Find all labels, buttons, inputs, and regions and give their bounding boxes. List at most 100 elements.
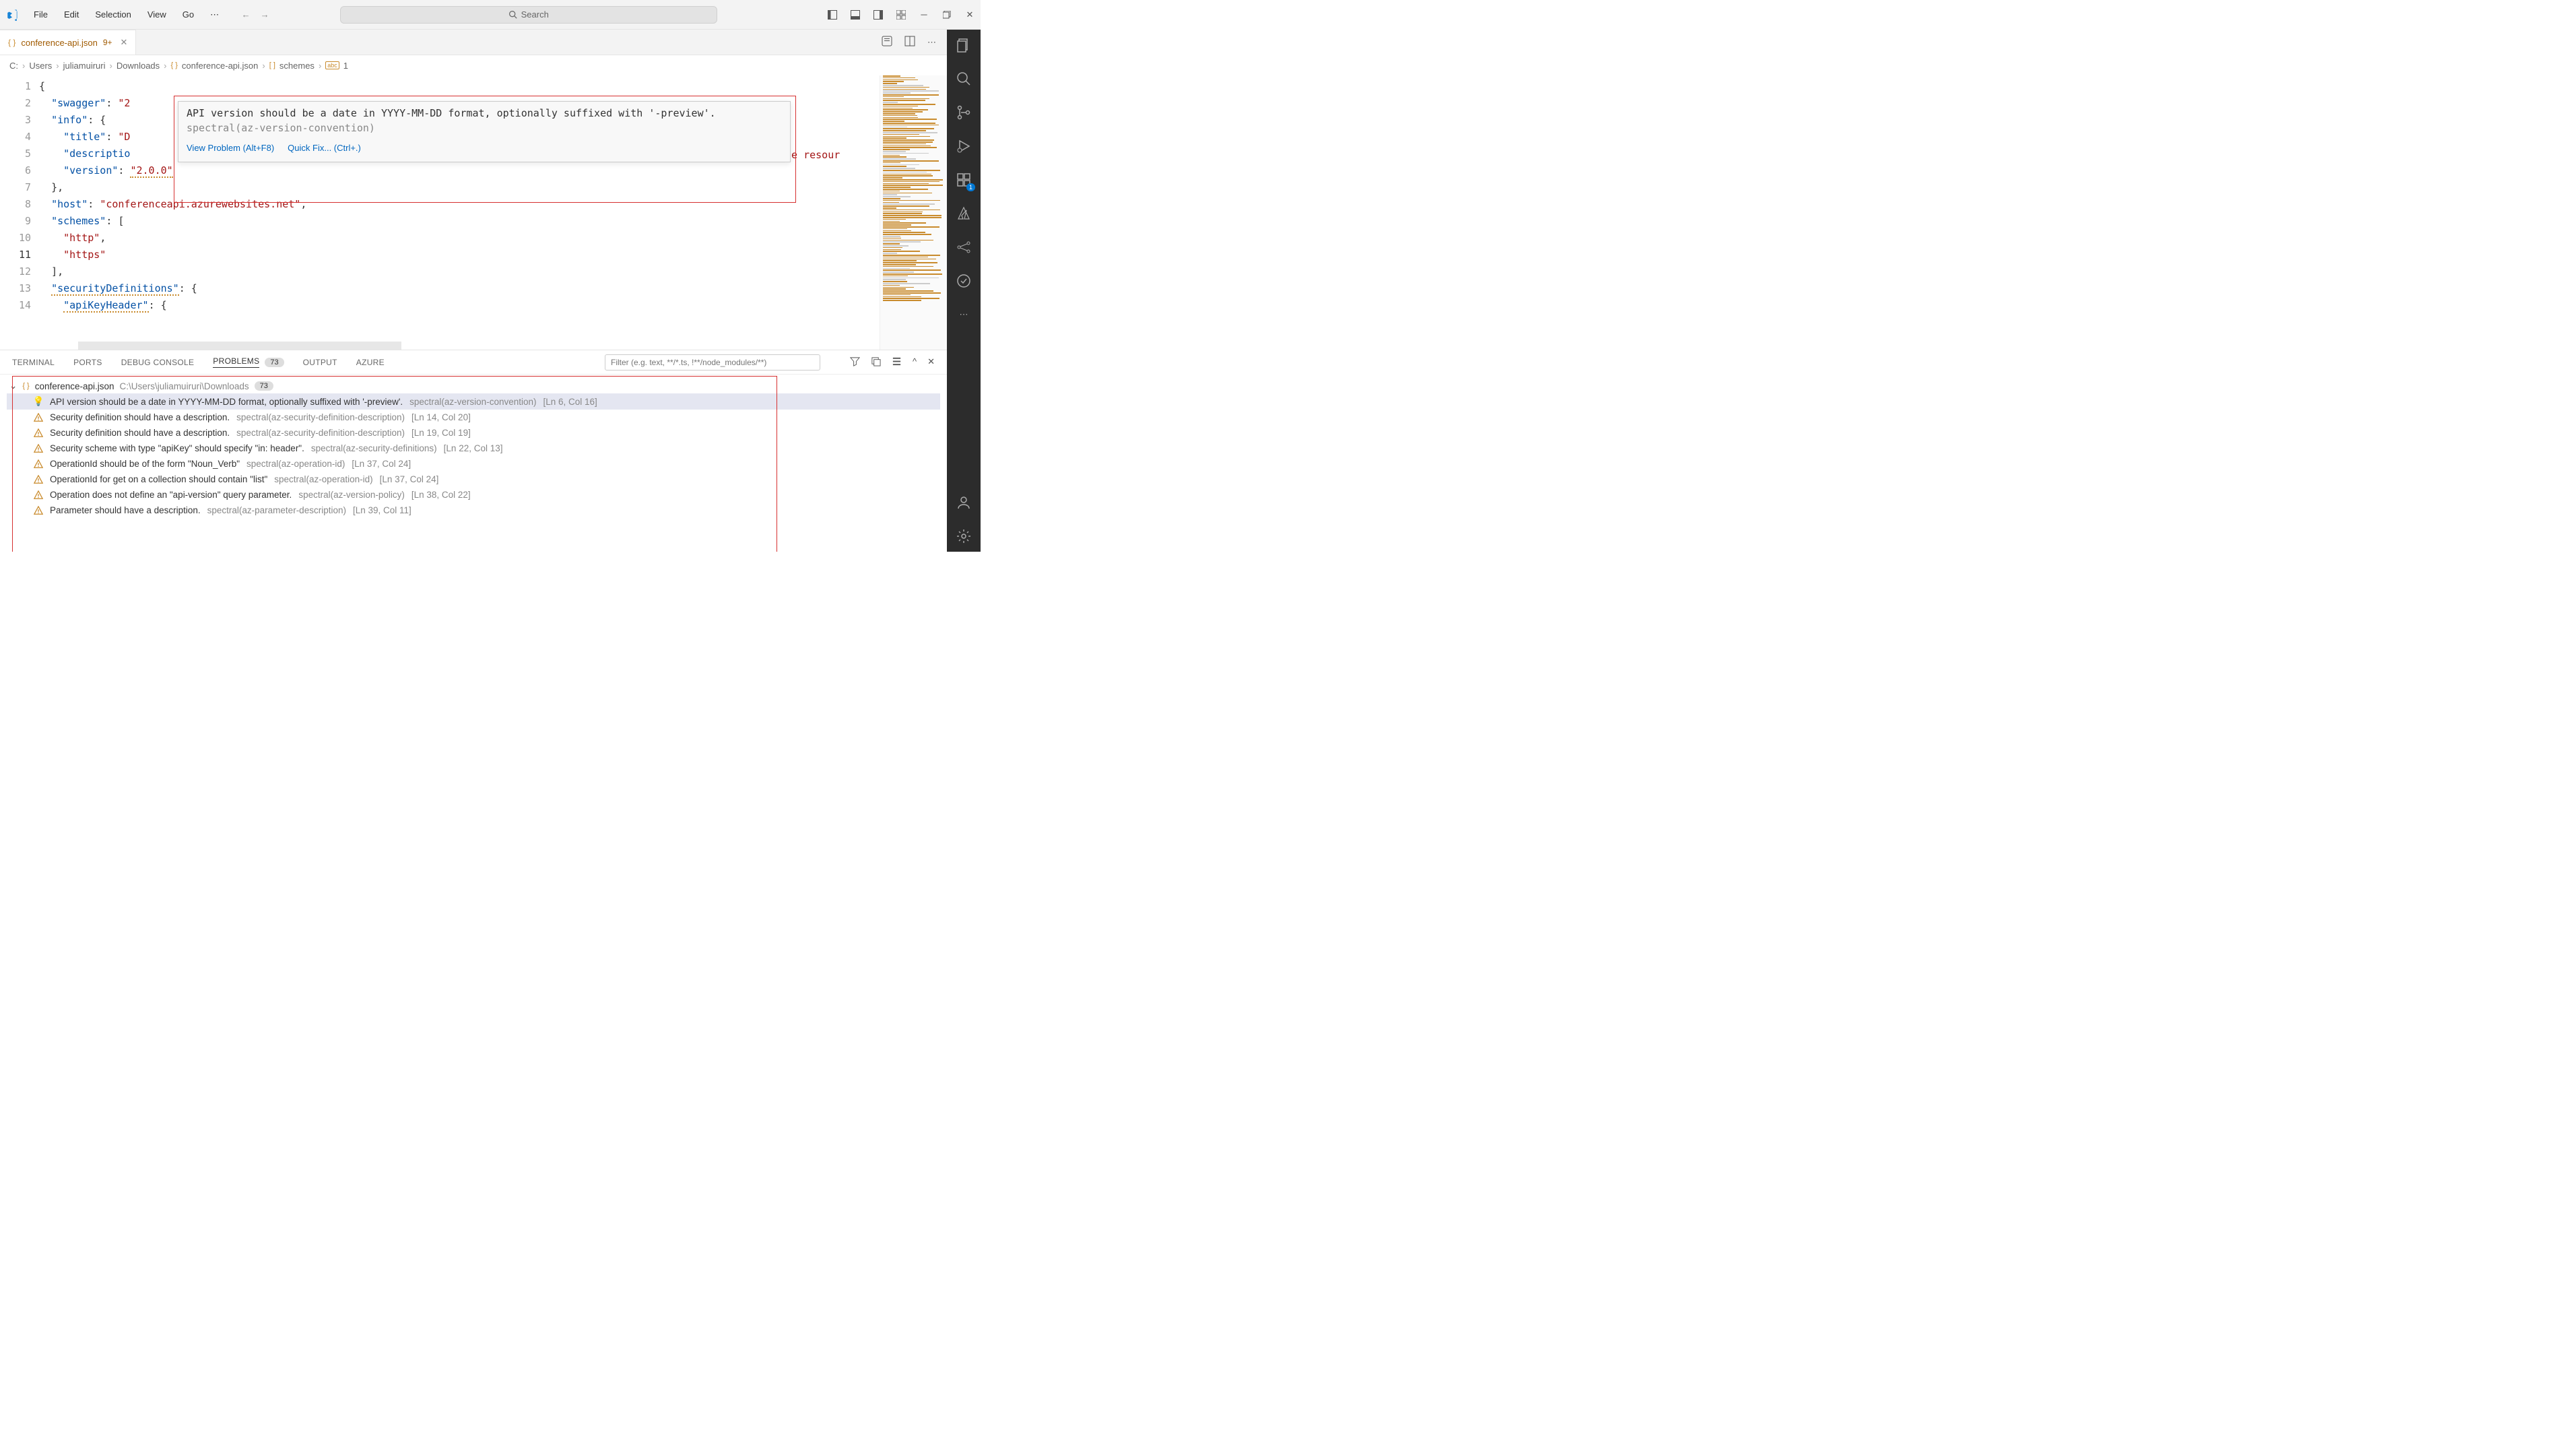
problem-item[interactable]: Security scheme with type "apiKey" shoul… [7,441,940,456]
title-controls: ─ ✕ [827,9,975,20]
horizontal-scrollbar[interactable] [78,342,401,350]
warning-icon [34,413,43,422]
breadcrumb-part[interactable]: C: [9,61,18,71]
nav-forward-icon[interactable]: → [258,8,271,22]
problem-item[interactable]: Security definition should have a descri… [7,410,940,425]
problem-item[interactable]: Parameter should have a description.spec… [7,503,940,518]
filter-icon[interactable] [850,356,860,368]
problem-source: spectral(az-security-definitions) [311,443,437,453]
explorer-icon[interactable] [954,35,974,55]
problem-message: Security definition should have a descri… [50,412,230,422]
panel-close-icon[interactable]: ✕ [927,356,935,368]
problem-source: spectral(az-security-definition-descript… [236,428,405,438]
run-file-icon[interactable] [882,36,892,49]
activity-bar: 1 ⋯ [947,30,981,552]
collapse-all-icon[interactable] [871,356,881,368]
breadcrumb-part[interactable]: Downloads [117,61,160,71]
menu-more-icon[interactable]: ⋯ [203,7,226,23]
testing-icon[interactable] [954,271,974,291]
search-placeholder: Search [521,9,549,20]
truncated-text: le resour [785,147,840,164]
bottom-panel: TERMINAL PORTS DEBUG CONSOLE PROBLEMS 73… [0,350,947,552]
menu-selection[interactable]: Selection [88,7,137,23]
panel-tab-debug-console[interactable]: DEBUG CONSOLE [121,358,195,367]
menu-file[interactable]: File [27,7,55,23]
problem-item[interactable]: OperationId for get on a collection shou… [7,472,940,487]
problems-count-badge: 73 [265,358,284,367]
problems-list: ⌄ { } conference-api.json C:\Users\julia… [0,375,947,552]
split-editor-icon[interactable] [904,36,915,49]
tab-problems-badge: 9+ [103,38,112,47]
breadcrumb-part[interactable]: 1 [343,61,348,71]
problem-source: spectral(az-operation-id) [274,474,372,484]
panel-tab-output[interactable]: OUTPUT [303,358,337,367]
menu-view[interactable]: View [141,7,173,23]
problem-location: [Ln 14, Col 20] [411,412,471,422]
main-area: { } conference-api.json 9+ ✕ ⋯ C:› Users… [0,30,981,552]
tab-close-icon[interactable]: ✕ [121,37,128,48]
layout-left-icon[interactable] [827,9,838,20]
problems-filter-input[interactable] [605,354,820,371]
panel-tab-azure[interactable]: AZURE [356,358,385,367]
problem-message: API version should be a date in YYYY-MM-… [50,397,403,407]
window-close-icon[interactable]: ✕ [964,9,975,20]
graph-icon[interactable] [954,237,974,257]
warning-icon [34,506,43,515]
menu-go[interactable]: Go [176,7,201,23]
problem-message: Security scheme with type "apiKey" shoul… [50,443,304,453]
azure-icon[interactable] [954,203,974,224]
problem-item[interactable]: 💡API version should be a date in YYYY-MM… [7,393,940,410]
command-center-search[interactable]: Search [340,6,717,24]
editor[interactable]: 1234567891011121314 { "swagger": "2 "inf… [0,75,947,350]
more-icon[interactable]: ⋯ [954,304,974,325]
line-gutter: 1234567891011121314 [0,75,39,350]
panel-tabs: TERMINAL PORTS DEBUG CONSOLE PROBLEMS 73… [0,350,947,375]
chevron-down-icon[interactable]: ⌄ [9,381,17,391]
panel-tab-ports[interactable]: PORTS [73,358,102,367]
problem-location: [Ln 37, Col 24] [380,474,439,484]
minimap[interactable] [880,75,947,350]
panel-tab-terminal[interactable]: TERMINAL [12,358,55,367]
layout-right-icon[interactable] [873,9,884,20]
problem-item[interactable]: Operation does not define an "api-versio… [7,487,940,503]
window-minimize-icon[interactable]: ─ [919,9,929,20]
breadcrumb[interactable]: C:› Users› juliamuiruri› Downloads› { } … [0,55,947,75]
problem-item[interactable]: Security definition should have a descri… [7,425,940,441]
titlebar: File Edit Selection View Go ⋯ ← → Search… [0,0,981,30]
extensions-icon[interactable]: 1 [954,170,974,190]
array-icon: [ ] [269,61,275,69]
code-area[interactable]: { "swagger": "2 "info": { "title": "D "d… [39,75,880,350]
editor-more-icon[interactable]: ⋯ [927,37,936,48]
panel-maximize-icon[interactable]: ^ [913,356,917,368]
search-icon[interactable] [954,69,974,89]
customize-layout-icon[interactable] [896,9,906,20]
hover-view-problem[interactable]: View Problem (Alt+F8) [187,139,274,156]
tab-conference-api[interactable]: { } conference-api.json 9+ ✕ [0,30,136,55]
breadcrumb-part[interactable]: juliamuiruri [63,61,106,71]
problem-source: spectral(az-operation-id) [246,459,345,469]
run-debug-icon[interactable] [954,136,974,156]
problem-source: spectral(az-version-convention) [409,397,536,407]
warning-icon [34,459,43,469]
layout-bottom-icon[interactable] [850,9,861,20]
hover-message: API version should be a date in YYYY-MM-… [187,106,782,135]
problem-item[interactable]: OperationId should be of the form "Noun_… [7,456,940,472]
breadcrumb-part[interactable]: Users [29,61,52,71]
accounts-icon[interactable] [954,492,974,513]
panel-tab-problems[interactable]: PROBLEMS [213,356,259,368]
problem-location: [Ln 22, Col 13] [444,443,503,453]
window-restore-icon[interactable] [942,9,952,20]
problem-message: OperationId should be of the form "Noun_… [50,459,240,469]
view-as-tree-icon[interactable] [892,356,902,368]
tab-label: conference-api.json [21,38,97,48]
nav-back-icon[interactable]: ← [239,8,253,22]
problems-file-name: conference-api.json [35,381,114,391]
settings-gear-icon[interactable] [954,526,974,546]
hover-quick-fix[interactable]: Quick Fix... (Ctrl+.) [288,139,361,156]
breadcrumb-part[interactable]: conference-api.json [182,61,258,71]
menu-edit[interactable]: Edit [57,7,86,23]
problem-location: [Ln 39, Col 11] [353,505,411,515]
breadcrumb-part[interactable]: schemes [279,61,315,71]
source-control-icon[interactable] [954,102,974,123]
problems-file-row[interactable]: ⌄ { } conference-api.json C:\Users\julia… [7,379,940,393]
